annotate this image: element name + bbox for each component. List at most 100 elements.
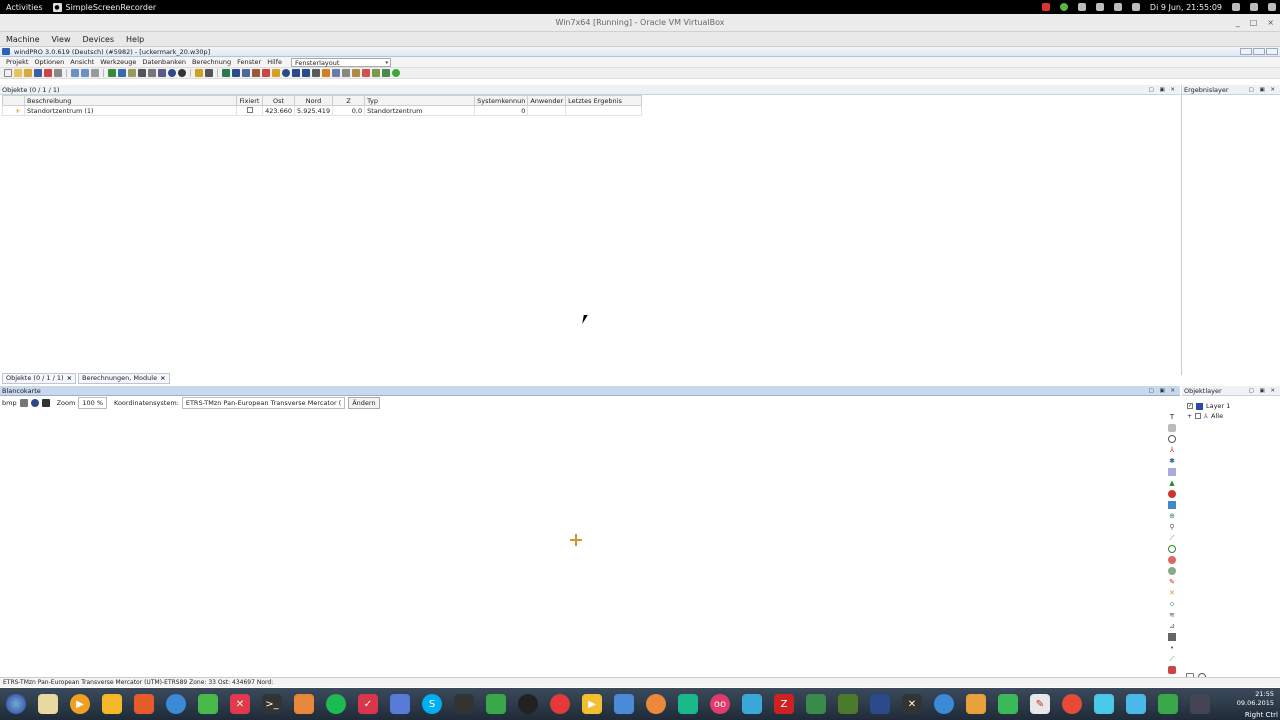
pdf-icon[interactable]: ✎: [1030, 694, 1050, 714]
power-icon[interactable]: [1268, 3, 1276, 11]
tab-objekte[interactable]: Objekte (0 / 1 / 1) ×: [2, 373, 77, 384]
layer-name[interactable]: Alle: [1211, 412, 1223, 420]
close-icon[interactable]: ×: [1267, 14, 1274, 32]
start-button[interactable]: [6, 694, 26, 714]
menu-datenbanken[interactable]: Datenbanken: [139, 58, 189, 66]
row-marker-icon[interactable]: +: [2, 105, 25, 116]
image-icon[interactable]: [1158, 694, 1178, 714]
col-anwender[interactable]: Anwender: [527, 95, 567, 106]
menu-optionen[interactable]: Optionen: [31, 58, 67, 66]
messaging-icon[interactable]: [198, 694, 218, 714]
zoom-select[interactable]: 100 %: [78, 397, 107, 409]
tasks-icon[interactable]: ✓: [358, 694, 378, 714]
app-grid-icon[interactable]: [550, 694, 570, 714]
calc-icon[interactable]: [1094, 694, 1114, 714]
menu-help[interactable]: Help: [120, 35, 150, 44]
grid-icon[interactable]: [232, 69, 240, 77]
col-ost[interactable]: Ost: [262, 95, 295, 106]
export-icon[interactable]: [372, 69, 380, 77]
cell-nord[interactable]: 5.925.419: [293, 105, 334, 116]
col-fixiert[interactable]: Fixiert: [236, 95, 263, 106]
tool-green-icon[interactable]: [108, 69, 116, 77]
media-player-icon[interactable]: ▶: [70, 694, 90, 714]
cell-letztes-ergebnis[interactable]: [565, 105, 643, 116]
mesh-tool-icon[interactable]: ✕: [1168, 589, 1176, 597]
display-icon[interactable]: [1232, 3, 1240, 11]
cell-systemkennung[interactable]: 0: [474, 105, 529, 116]
monitor-icon[interactable]: [678, 694, 698, 714]
globe-icon[interactable]: [30, 399, 39, 407]
stamp-tool-icon[interactable]: [1168, 633, 1176, 641]
panel-controls-icon[interactable]: ▢ ▣ ✕: [1249, 85, 1278, 95]
flickr-icon[interactable]: oo: [710, 694, 730, 714]
nvidia-icon[interactable]: [838, 694, 858, 714]
shield-icon[interactable]: [302, 69, 310, 77]
tool-olive-icon[interactable]: [128, 69, 136, 77]
spark-icon[interactable]: [322, 69, 330, 77]
line-tool-icon[interactable]: ≋: [1168, 611, 1176, 619]
expand-icon[interactable]: +: [1187, 413, 1192, 420]
menu-berechnung[interactable]: Berechnung: [189, 58, 234, 66]
filezilla-icon[interactable]: Z: [774, 694, 794, 714]
stop-icon[interactable]: [41, 399, 50, 407]
close-tab-icon[interactable]: ×: [67, 374, 72, 382]
menu-devices[interactable]: Devices: [76, 35, 120, 44]
firefox-icon[interactable]: [294, 694, 314, 714]
chrome-icon[interactable]: [166, 694, 186, 714]
alert-icon[interactable]: [262, 69, 270, 77]
terrain-icon[interactable]: [222, 69, 230, 77]
new-icon[interactable]: [4, 69, 12, 77]
col-z[interactable]: Z: [332, 95, 366, 106]
col-beschreibung[interactable]: Beschreibung: [24, 95, 237, 106]
layers-icon[interactable]: [332, 69, 340, 77]
tool-yellow-icon[interactable]: [195, 69, 203, 77]
redo-icon[interactable]: [81, 69, 89, 77]
apps-grid-icon[interactable]: [1190, 694, 1210, 714]
cube-icon[interactable]: [292, 69, 300, 77]
import-icon[interactable]: [382, 69, 390, 77]
tool-grey-icon[interactable]: [148, 69, 156, 77]
play-icon[interactable]: ▶: [582, 694, 602, 714]
copy-icon[interactable]: [19, 399, 28, 407]
delete-icon[interactable]: [44, 69, 52, 77]
col-letztes-ergebnis[interactable]: Letztes Ergebnis: [565, 95, 643, 106]
explorer-icon[interactable]: [38, 694, 58, 714]
layer-name[interactable]: Layer 1: [1206, 402, 1230, 410]
close-tab-icon[interactable]: ×: [160, 374, 165, 382]
activities-button[interactable]: Activities: [0, 3, 49, 12]
save-icon[interactable]: [34, 69, 42, 77]
bucket-tool-icon[interactable]: [1168, 666, 1176, 674]
panel-controls-icon[interactable]: ▢ ▣ ✕: [1149, 85, 1178, 95]
square-tool-icon[interactable]: [1168, 501, 1176, 509]
change-coord-button[interactable]: Ändern: [348, 397, 380, 409]
cell-anwender[interactable]: [527, 105, 567, 116]
app-cyan-icon[interactable]: [742, 694, 762, 714]
undo-icon[interactable]: [71, 69, 79, 77]
datetime[interactable]: Di 9 Jun, 21:55:09: [1150, 3, 1222, 12]
draw-tool-icon[interactable]: ⟋: [1168, 655, 1176, 663]
menu-hilfe[interactable]: Hilfe: [264, 58, 285, 66]
shape-tool-icon[interactable]: [1168, 567, 1176, 575]
obs-icon[interactable]: [518, 694, 538, 714]
refresh-icon[interactable]: [342, 69, 350, 77]
windpro-close-icon[interactable]: [1266, 48, 1278, 55]
bmp-button[interactable]: bmp: [2, 399, 17, 407]
tool-x-icon[interactable]: ✕: [902, 694, 922, 714]
menu-werkzeuge[interactable]: Werkzeuge: [97, 58, 139, 66]
menu-view[interactable]: View: [46, 35, 77, 44]
folder-icon[interactable]: [102, 694, 122, 714]
target-tool-icon[interactable]: [1168, 490, 1176, 498]
col-systemkennung[interactable]: Systemkennun: [474, 95, 529, 106]
record-icon[interactable]: [1041, 3, 1050, 11]
col-nord[interactable]: Nord: [293, 95, 334, 106]
layer-checkbox[interactable]: [1195, 413, 1202, 419]
chat-icon[interactable]: [1113, 3, 1122, 11]
turbine-tool-icon[interactable]: ⅄: [1168, 446, 1176, 454]
terminal-icon[interactable]: >_: [262, 694, 282, 714]
color-icon[interactable]: [614, 694, 634, 714]
circle-tool-icon[interactable]: [1168, 545, 1176, 553]
coord-select[interactable]: ETRS-TMzn Pan-European Transverse Mercat…: [181, 397, 346, 409]
menu-projekt[interactable]: Projekt: [3, 58, 31, 66]
tools-icon[interactable]: [1131, 3, 1140, 11]
polygon-tool-icon[interactable]: [1168, 556, 1176, 564]
